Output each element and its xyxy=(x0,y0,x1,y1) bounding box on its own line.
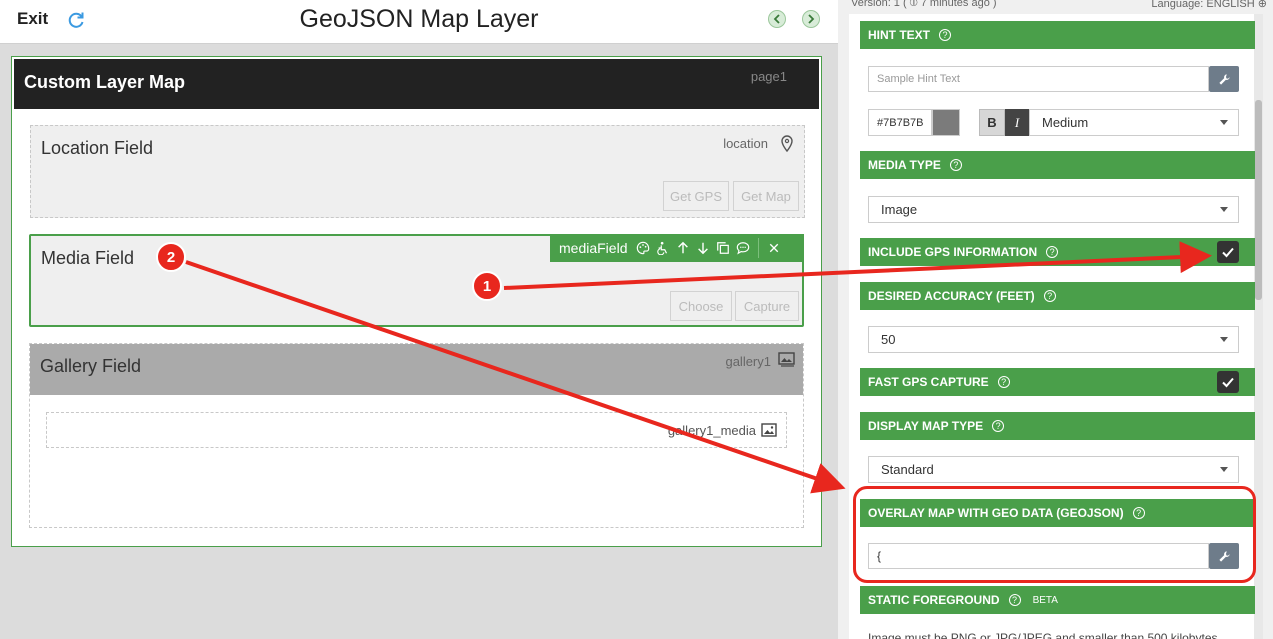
get-gps-button[interactable]: Get GPS xyxy=(663,181,729,211)
italic-label: I xyxy=(1014,114,1020,130)
chevron-down-icon xyxy=(1220,207,1228,212)
help-icon[interactable]: ? xyxy=(939,29,951,41)
fast-gps-checkbox[interactable] xyxy=(1217,371,1239,393)
annotation-badge-1: 1 xyxy=(472,271,502,301)
prev-arrow-icon[interactable] xyxy=(768,10,786,28)
include-gps-section: INCLUDE GPS INFORMATION? xyxy=(860,238,1255,266)
gallery-field[interactable]: Gallery Field gallery1 gallery1_media xyxy=(29,343,804,528)
accuracy-label: DESIRED ACCURACY (FEET) xyxy=(868,289,1035,303)
wrench-icon xyxy=(1218,73,1230,85)
bold-toggle[interactable]: B xyxy=(979,109,1005,136)
static-foreground-label: STATIC FOREGROUND xyxy=(868,593,1000,607)
color-hex-value: #7B7B7B xyxy=(877,116,924,129)
location-field-id: location xyxy=(723,136,768,151)
map-type-select[interactable]: Standard xyxy=(868,456,1239,483)
location-field[interactable]: Location Field location Get GPS Get Map xyxy=(30,125,805,218)
page-title: Custom Layer Map xyxy=(24,72,186,92)
language-label: Language: ENGLISH xyxy=(1151,0,1255,10)
get-map-button[interactable]: Get Map xyxy=(733,181,799,211)
location-field-title: Location Field xyxy=(41,138,154,158)
scrollbar-thumb[interactable] xyxy=(1255,100,1262,300)
checkmark-icon xyxy=(1222,377,1234,388)
hint-text-section: HINT TEXT? xyxy=(860,21,1255,49)
page-id: page1 xyxy=(750,69,787,84)
gallery-field-header: Gallery Field gallery1 xyxy=(30,344,803,395)
help-icon[interactable]: ? xyxy=(997,376,1010,388)
hint-text-wrench-button[interactable] xyxy=(1209,66,1239,92)
accuracy-section: DESIRED ACCURACY (FEET)? xyxy=(860,282,1255,310)
gallery-field-title: Gallery Field xyxy=(40,356,142,376)
color-swatch[interactable] xyxy=(932,109,960,136)
comment-icon[interactable] xyxy=(733,238,753,258)
media-type-select[interactable]: Image xyxy=(868,196,1239,223)
help-icon[interactable]: ? xyxy=(1043,290,1056,302)
include-gps-label: INCLUDE GPS INFORMATION xyxy=(868,245,1038,259)
help-icon[interactable]: ? xyxy=(949,159,962,171)
chevron-down-icon xyxy=(1220,120,1228,125)
beta-badge: BETA xyxy=(1032,594,1058,606)
annotation-highlight-box xyxy=(853,486,1256,583)
accuracy-value: 50 xyxy=(881,332,896,347)
gallery-media-id: gallery1_media xyxy=(667,423,756,438)
globe-icon: ⊕ xyxy=(1257,0,1267,10)
capture-button[interactable]: Capture xyxy=(735,291,799,321)
image-icon xyxy=(761,423,777,437)
accuracy-select[interactable]: 50 xyxy=(868,326,1239,353)
color-hex-input[interactable]: #7B7B7B xyxy=(868,109,932,136)
map-type-section: DISPLAY MAP TYPE? xyxy=(860,412,1255,440)
move-up-icon[interactable] xyxy=(673,238,693,258)
chevron-down-icon xyxy=(1220,467,1228,472)
form-title: GeoJSON Map Layer xyxy=(299,5,539,33)
copy-icon[interactable] xyxy=(713,238,733,258)
media-type-label: MEDIA TYPE xyxy=(868,158,941,172)
static-foreground-note: Image must be PNG or JPG/JPEG and smalle… xyxy=(868,631,1218,639)
toolbar-divider xyxy=(758,238,760,258)
field-toolbar: mediaField xyxy=(550,234,804,262)
annotation-badge-2: 2 xyxy=(156,242,186,272)
language-selector[interactable]: Language: ENGLISH ⊕ xyxy=(1151,0,1267,10)
hint-text-placeholder: Sample Hint Text xyxy=(877,73,960,85)
map-type-label: DISPLAY MAP TYPE xyxy=(868,419,984,433)
hint-text-input[interactable]: Sample Hint Text xyxy=(868,66,1209,92)
page-header[interactable]: Custom Layer Map page1 xyxy=(14,59,819,109)
text-size-value: Medium xyxy=(1042,115,1089,130)
media-field-title: Media Field xyxy=(41,248,135,268)
hint-text-label: HINT TEXT xyxy=(868,28,930,42)
italic-toggle[interactable]: I xyxy=(1005,109,1029,136)
gallery-icon xyxy=(778,352,795,367)
field-id-label: mediaField xyxy=(559,240,628,256)
version-info: Version: 1 ( ⦶ 7 minutes ago ) xyxy=(851,0,997,9)
chevron-down-icon xyxy=(1220,337,1228,342)
close-icon[interactable] xyxy=(764,238,784,258)
top-bar: Exit GeoJSON Map Layer xyxy=(0,0,838,44)
fast-gps-label: FAST GPS CAPTURE xyxy=(868,375,989,389)
next-arrow-icon[interactable] xyxy=(802,10,820,28)
move-down-icon[interactable] xyxy=(693,238,713,258)
choose-button[interactable]: Choose xyxy=(670,291,732,321)
gallery-media-item[interactable]: gallery1_media xyxy=(46,412,787,448)
form-canvas: Exit GeoJSON Map Layer Custom Layer Map … xyxy=(0,0,838,639)
text-size-select[interactable]: Medium xyxy=(1029,109,1239,136)
palette-icon[interactable] xyxy=(633,238,653,258)
help-icon[interactable]: ? xyxy=(1046,246,1059,258)
media-type-value: Image xyxy=(881,202,918,217)
checkmark-icon xyxy=(1222,247,1234,258)
include-gps-checkbox[interactable] xyxy=(1217,241,1239,263)
help-icon[interactable]: ? xyxy=(992,420,1005,432)
help-icon[interactable]: ? xyxy=(1008,594,1021,606)
fast-gps-section: FAST GPS CAPTURE? xyxy=(860,368,1255,396)
gallery-field-id: gallery1 xyxy=(725,354,771,369)
media-type-section: MEDIA TYPE? xyxy=(860,151,1255,179)
accessibility-icon[interactable] xyxy=(653,238,673,258)
static-foreground-section: STATIC FOREGROUND? BETA xyxy=(860,586,1255,614)
bold-label: B xyxy=(987,115,997,130)
map-type-value: Standard xyxy=(881,462,934,477)
location-pin-icon xyxy=(780,135,794,153)
